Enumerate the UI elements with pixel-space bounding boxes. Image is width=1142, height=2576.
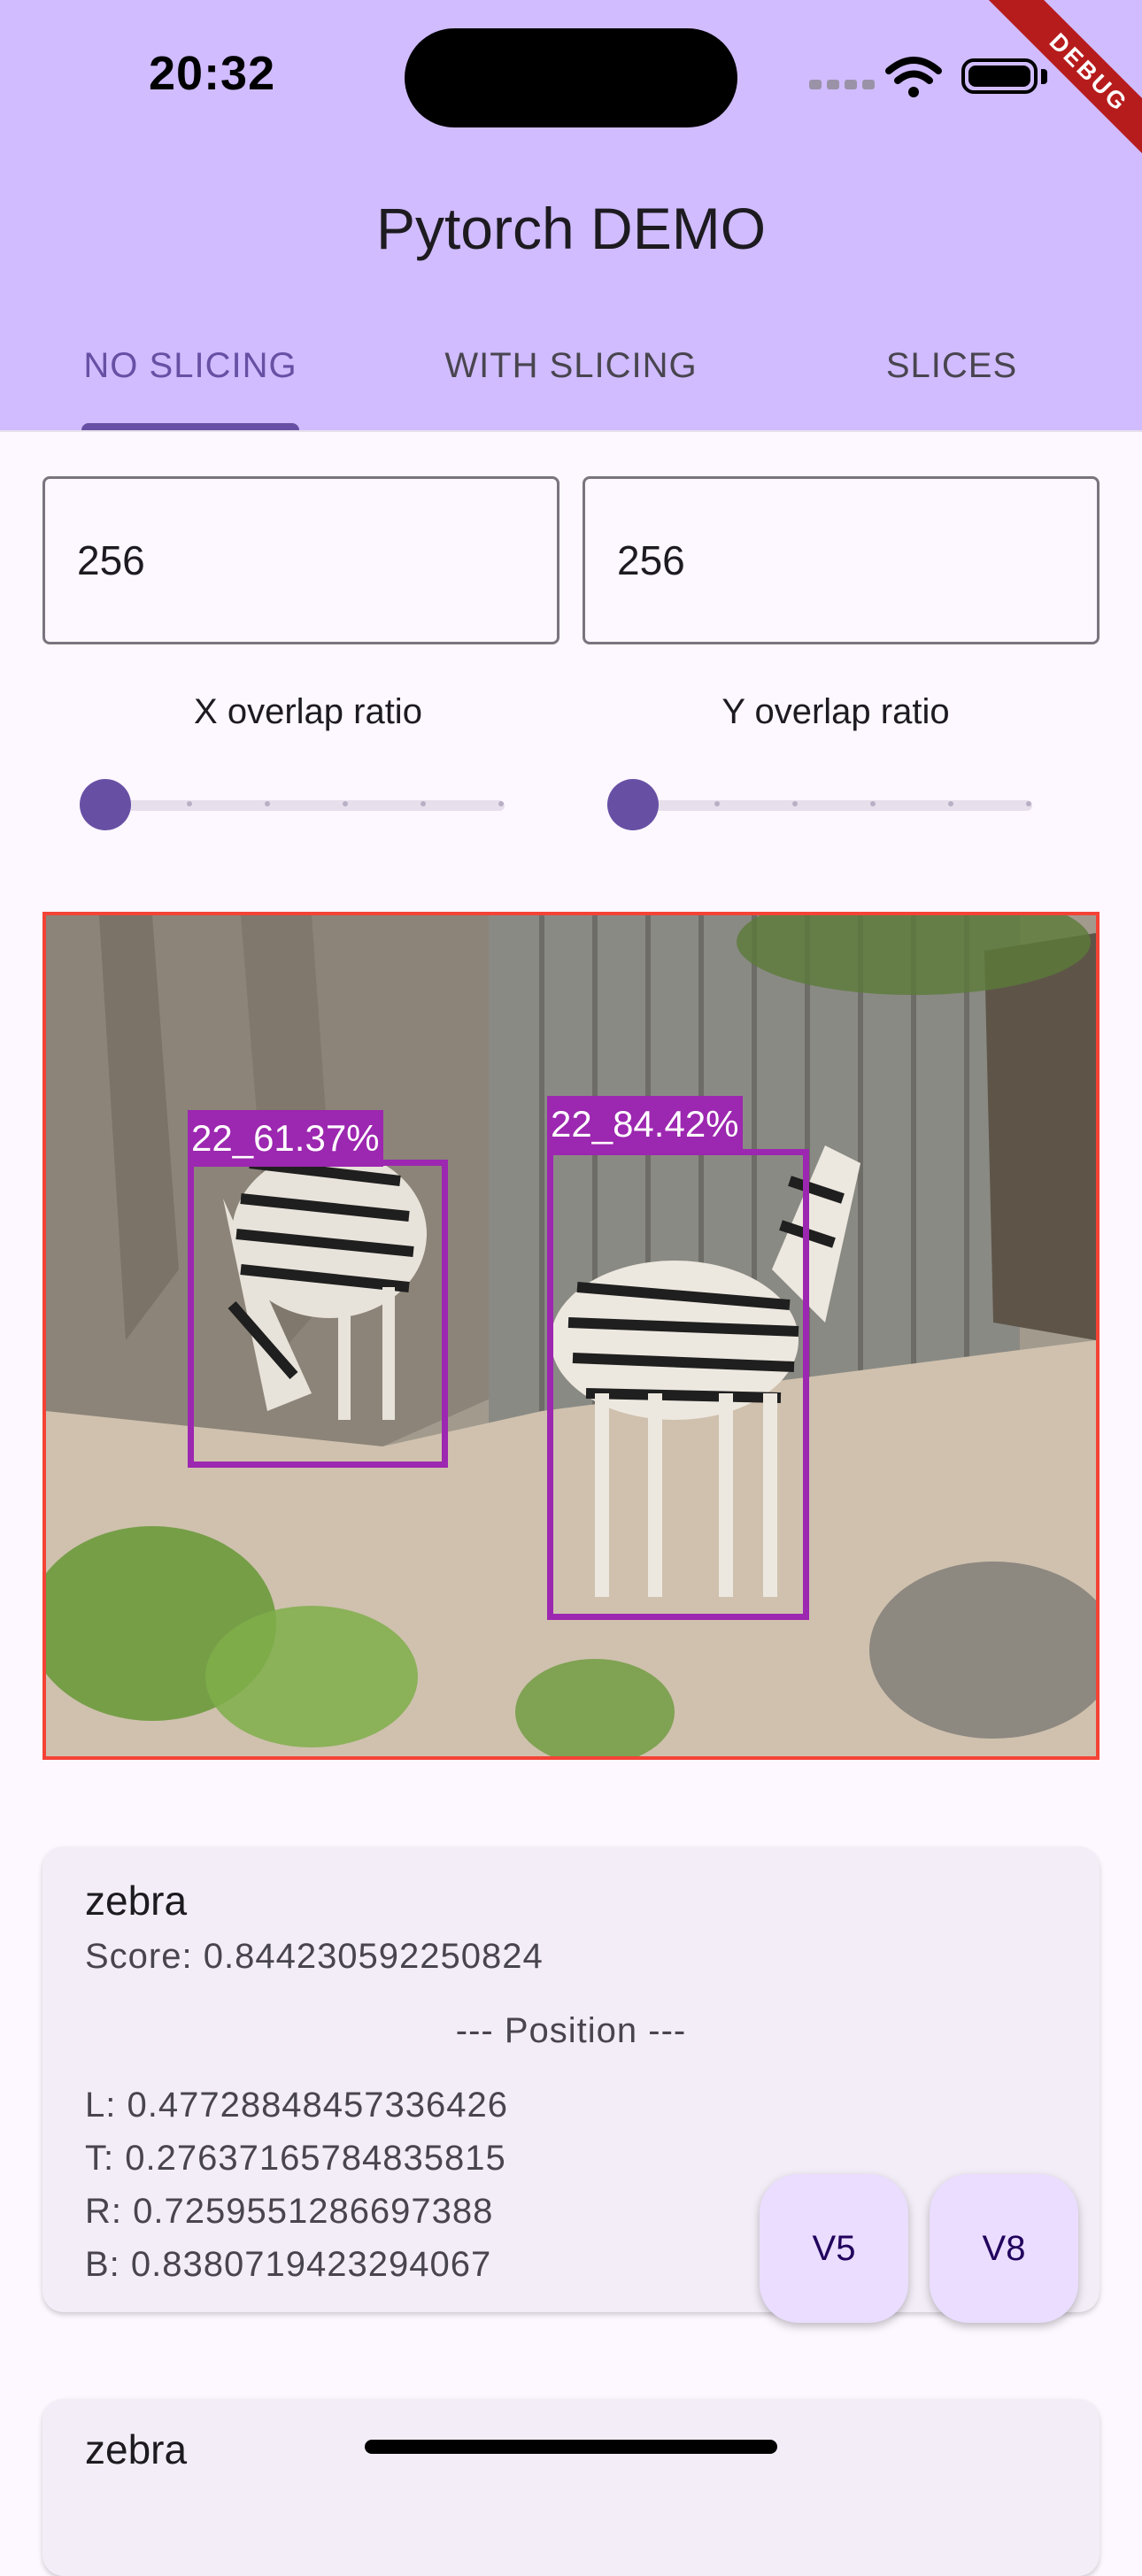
v8-model-button[interactable]: V8 (930, 2174, 1078, 2323)
x-overlap-slider-track[interactable] (106, 800, 505, 811)
slider-tick (498, 801, 504, 806)
y-overlap-slider-thumb[interactable] (607, 779, 659, 830)
slider-tick (714, 801, 720, 806)
detection-image: 22_61.37% 22_84.42% (42, 912, 1100, 1760)
slider-tick (421, 801, 426, 806)
tab-no-slicing[interactable]: NO SLICING (44, 336, 336, 430)
slider-tick (792, 801, 798, 806)
slider-tick (187, 801, 192, 806)
status-time: 20:32 (149, 47, 276, 100)
wifi-icon (885, 57, 942, 97)
slice-height-input[interactable]: 256 (583, 476, 1100, 644)
app-bar-divider (0, 430, 1142, 432)
result-class-name: zebra (85, 2426, 188, 2472)
position-right: R: 0.7259551286697388 (85, 2192, 494, 2231)
tab-slices[interactable]: SLICES (832, 336, 1071, 430)
slider-tick (343, 801, 348, 806)
detection-label: 22_84.42% (547, 1096, 743, 1153)
result-score: Score: 0.844230592250824 (85, 1937, 544, 1976)
tab-bar: NO SLICING WITH SLICING SLICES (0, 336, 1142, 430)
slice-width-input[interactable]: 256 (42, 476, 559, 644)
slider-tick (1026, 801, 1031, 806)
cellular-signal-icon (809, 78, 880, 94)
detection-box (547, 1149, 809, 1620)
result-card: zebra (42, 2399, 1100, 2576)
x-overlap-slider-thumb[interactable] (80, 779, 131, 830)
detection-label: 22_61.37% (188, 1110, 383, 1167)
battery-cap (1041, 69, 1047, 84)
position-header: --- Position --- (455, 2011, 687, 2050)
v5-model-button[interactable]: V5 (760, 2174, 908, 2323)
home-indicator[interactable] (365, 2440, 777, 2454)
result-class-name: zebra (85, 1878, 188, 1924)
y-overlap-slider-track[interactable] (634, 800, 1032, 811)
slider-tick (870, 801, 876, 806)
position-top: T: 0.27637165784835815 (85, 2139, 506, 2178)
page-title: Pytorch DEMO (375, 196, 767, 261)
battery-icon (961, 58, 1038, 94)
dynamic-island (405, 28, 737, 127)
tab-with-slicing[interactable]: WITH SLICING (416, 336, 726, 430)
y-overlap-label: Y overlap ratio (721, 692, 950, 731)
slider-tick (948, 801, 953, 806)
position-left: L: 0.47728848457336426 (85, 2086, 509, 2125)
x-overlap-label: X overlap ratio (194, 692, 422, 731)
slider-tick (265, 801, 270, 806)
position-bottom: B: 0.8380719423294067 (85, 2245, 492, 2284)
tab-indicator (81, 423, 299, 430)
detection-box (188, 1160, 448, 1468)
